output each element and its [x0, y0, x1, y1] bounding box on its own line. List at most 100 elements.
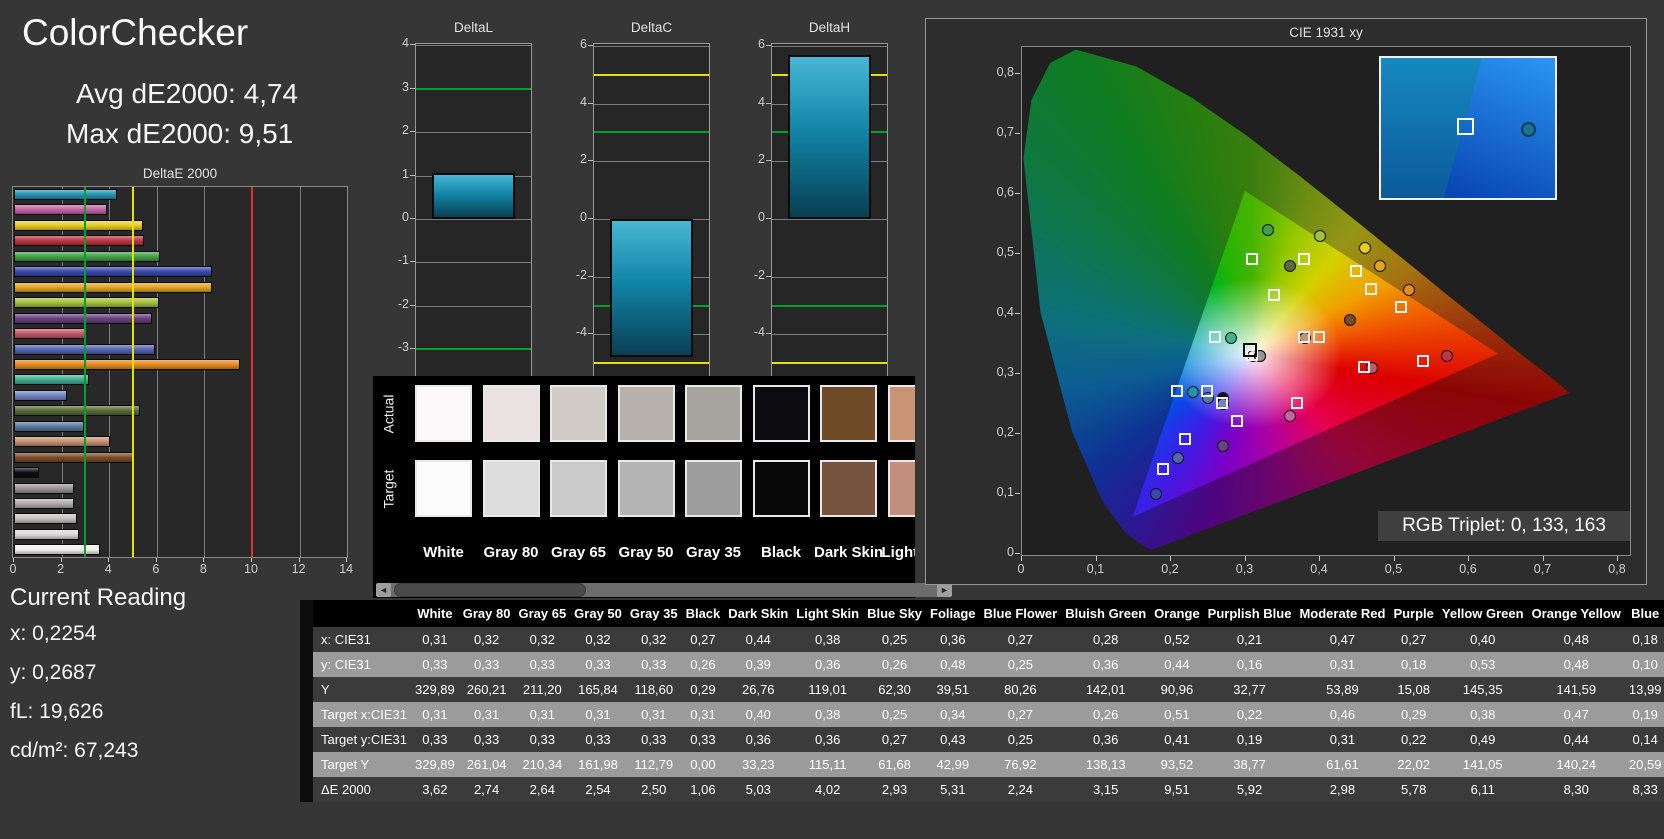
cell: 3,62	[422, 782, 448, 797]
cell: 90,96	[1160, 682, 1194, 697]
cell: 2,64	[529, 782, 555, 797]
cie-chart-title: CIE 1931 xy	[1289, 25, 1363, 40]
row-label: x: CIE31	[321, 632, 371, 647]
cie-target-marker-foliage	[1268, 289, 1281, 301]
axis-tick	[1542, 556, 1544, 561]
cell: 0,32	[473, 632, 500, 647]
max-de2000-value: Max dE2000: 9,51	[66, 118, 294, 149]
deltae-bar-gray-80	[14, 528, 80, 540]
swatch-label-black: Black	[760, 544, 802, 561]
deltae-chart-title: DeltaE 2000	[142, 166, 218, 181]
gridline	[204, 187, 206, 557]
gridline	[416, 219, 531, 220]
deltae-bar-yellow-green	[14, 297, 160, 309]
cell: 0,25	[1007, 732, 1034, 747]
deltae-x-axis: 0 2 4 6 8 10 12 14	[10, 558, 362, 580]
column-header-orange-yellow: Orange Yellow	[1527, 600, 1625, 627]
axis-tick	[588, 218, 593, 219]
delta-chart-deltal	[415, 43, 532, 395]
cell: 38,77	[1233, 757, 1266, 772]
axis-tick	[766, 333, 771, 335]
cie-y-tick-label: 0,4	[996, 305, 1014, 319]
axis-tick	[1015, 433, 1020, 434]
color-data-table: White Gray 80 Gray 65 Gray 50 Gray 35 Black Da…	[313, 600, 1664, 802]
cell: 141,59	[1556, 682, 1597, 697]
axis-tick	[108, 558, 110, 562]
swatch-actual-light-skin	[887, 385, 915, 442]
deltae-bar-black	[14, 467, 40, 479]
swatch-scrollbar[interactable]: ◄ ►	[376, 583, 952, 597]
cell: 0,53	[1470, 657, 1496, 672]
swatch-actual-gray-80	[482, 385, 540, 442]
yellow-limit-line	[594, 362, 709, 365]
cell: 0,44	[1563, 732, 1589, 747]
cie-x-tick-label: 0,1	[1086, 562, 1105, 576]
column-header-yellow-green: Yellow Green	[1437, 600, 1528, 627]
gridline	[772, 45, 887, 47]
x-axis-tick-label: 10	[244, 562, 258, 576]
scroll-right-icon[interactable]: ►	[937, 583, 952, 597]
cell: 1,06	[690, 782, 716, 797]
swatch-label-dark-skin: Dark Skin	[814, 544, 884, 561]
axis-tick	[155, 558, 157, 562]
cie-x-tick-label: 0,2	[1161, 562, 1179, 576]
cie-target-marker-magenta	[1290, 397, 1303, 409]
axis-tick	[1015, 313, 1020, 314]
cell: 0,16	[1236, 657, 1263, 672]
cell: 0,33	[641, 657, 667, 672]
cie-measured-marker-red	[1440, 350, 1453, 362]
y-axis-tick-label: 0	[758, 210, 765, 224]
cie-target-marker-yellow-green	[1298, 253, 1311, 265]
axis-tick	[766, 218, 771, 219]
deltae-bar-blue-flower	[14, 389, 68, 401]
cie-diagram-panel: CIE 1931 xy RGB Triplet: 0, 133, 163 00 0…	[925, 18, 1647, 585]
column-header-foliage: Foliage	[926, 600, 980, 627]
current-reading-title: Current Reading	[10, 584, 187, 611]
cell: 0,48	[1563, 657, 1589, 672]
axis-tick	[1015, 493, 1020, 494]
deltae-bar-purple	[14, 312, 152, 324]
delta-chart-deltah	[771, 43, 888, 395]
cell: 32,77	[1233, 682, 1266, 697]
cie-zoom-inset	[1379, 56, 1557, 200]
cell: 61,61	[1326, 757, 1359, 772]
axis-tick	[1015, 373, 1020, 374]
yellow-limit-line	[132, 187, 134, 557]
cell: 0,33	[529, 657, 555, 672]
cie-y-tick-label: 0,3	[996, 365, 1014, 379]
cell: 0,27	[690, 632, 716, 647]
cell: 2,98	[1329, 782, 1356, 797]
cell: 0,19	[1236, 732, 1263, 747]
cell: 0,36	[1093, 732, 1119, 747]
x-axis-tick-label: 12	[291, 562, 306, 576]
scrollbar-thumb[interactable]	[394, 583, 586, 597]
axis-tick	[766, 275, 771, 277]
cell: 0,27	[1007, 707, 1034, 722]
deltae-bar-foliage	[14, 405, 141, 417]
cell: 0,31	[641, 707, 667, 722]
cell: 0,47	[1563, 707, 1589, 722]
current-reading-line: fL: 19,626	[10, 700, 104, 723]
cell: 5,92	[1236, 782, 1263, 797]
cell: 161,98	[578, 757, 618, 772]
deltae-bar-light-skin	[14, 436, 110, 448]
table-row: y: CIE31 0,33 0,33 0,33 0,33 0,33 0,26 0,39 0,36…	[313, 652, 1664, 677]
cell: 165,84	[578, 682, 618, 697]
y-axis-tick-label: 2	[758, 152, 765, 167]
cell: 211,20	[522, 682, 562, 697]
scroll-left-icon[interactable]: ◄	[376, 583, 391, 597]
cie-target-marker-blue	[1156, 463, 1169, 475]
cie-target-marker-blue-flower	[1216, 397, 1229, 409]
green-limit-line	[594, 131, 709, 134]
column-header-white: White	[411, 600, 459, 627]
cell: 0,33	[473, 732, 500, 747]
cell: 0,26	[690, 657, 716, 672]
axis-tick	[203, 558, 205, 562]
deltae-bar-blue	[14, 266, 213, 278]
cie-target-marker-yellow	[1350, 265, 1363, 277]
current-reading-line: y: 0,2687	[10, 661, 97, 684]
cell: 0,18	[1632, 632, 1658, 647]
cell: 260,21	[466, 682, 507, 697]
cell: 0,25	[881, 632, 908, 647]
cell: 0,43	[940, 732, 966, 747]
